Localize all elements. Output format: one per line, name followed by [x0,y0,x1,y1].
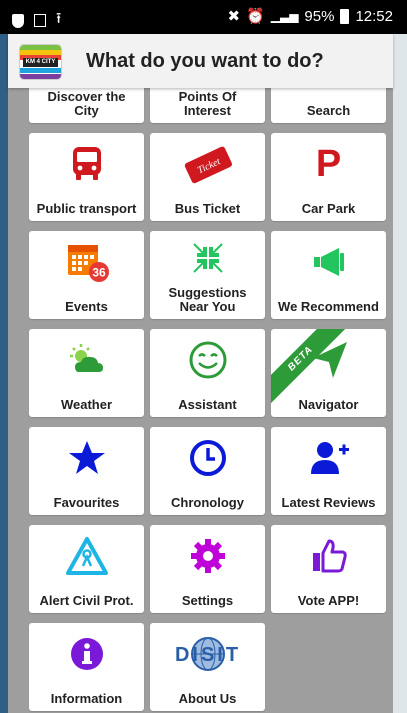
bus-icon [29,143,144,185]
parking-icon: P [271,143,386,185]
tile-we-recommend[interactable]: We Recommend [271,231,386,319]
background-left [0,0,8,713]
info-icon [29,633,144,675]
tile-bus-ticket[interactable]: Ticket Bus Ticket [150,133,265,221]
tile-navigator[interactable]: BETA Navigator [271,329,386,417]
disit-logo-icon: DISIT [150,633,265,675]
tile-label: Chronology [171,495,244,510]
tile-label: Discover the City [47,89,126,118]
mute-icon: ✖ [227,8,241,25]
page-title: What do you want to do? [86,50,324,72]
tile-chronology[interactable]: Chronology [150,427,265,515]
tile-label: Favourites [53,495,120,510]
event-count-badge: 36 [92,266,106,280]
logo-text: KM 4 CITY [23,58,58,67]
tile-public-transport[interactable]: Public transport [29,133,144,221]
tile-label: Bus Ticket [174,201,241,216]
tile-label: Alert Civil Prot. [39,593,134,608]
menu-grid: Discover the City Points Of Interest Sea… [8,88,393,713]
parking-letter: P [315,142,342,185]
clock-time: 12:52 [355,7,393,25]
tile-about-us[interactable]: DISIT About Us [150,623,265,711]
alarm-icon: ⏰ [246,8,265,25]
tile-favourites[interactable]: Favourites [29,427,144,515]
disit-text: DISIT [174,644,240,666]
signal-icon: ▁▃▅ [270,9,299,23]
tile-label: Public transport [36,201,137,216]
tile-discover-city[interactable]: Discover the City [29,88,144,123]
navigation-icon [271,339,386,381]
tile-suggestions-near-you[interactable]: Suggestions Near You [150,231,265,319]
calendar-icon: 36 [29,241,144,283]
tile-assistant[interactable]: Assistant [150,329,265,417]
tile-label: Vote APP! [297,593,360,608]
shield-icon [12,13,24,28]
megaphone-icon [271,241,386,283]
weather-icon [29,339,144,381]
tile-label: Events [65,299,108,314]
tile-label: We Recommend [278,299,379,314]
tile-information[interactable]: Information [29,623,144,711]
gear-icon [150,535,265,577]
tile-settings[interactable]: Settings [150,525,265,613]
battery-percent: 95% [304,7,335,25]
tile-vote-app[interactable]: Vote APP! [271,525,386,613]
smiley-icon [150,339,265,381]
compress-icon [150,237,265,279]
tile-label: Assistant [178,397,237,412]
background-right [393,0,407,713]
status-bar: ⭱ ✖ ⏰ ▁▃▅ 95% 12:52 [0,0,407,34]
tile-points-of-interest[interactable]: Points Of Interest [150,88,265,123]
upload-icon: ⭱ [56,10,62,27]
add-user-icon [271,437,386,479]
battery-icon [340,8,350,24]
thumbs-up-icon [271,535,386,577]
tile-label: Search [306,103,351,118]
tile-label: Weather [60,397,113,412]
tile-label: Information [50,691,123,706]
tile-label: About Us [178,691,237,706]
tile-events[interactable]: 36 Events [29,231,144,319]
tile-label: Suggestions Near You [168,285,247,314]
clock-icon [150,437,265,479]
tile-alert-civil-protection[interactable]: Alert Civil Prot. [29,525,144,613]
tile-search[interactable]: Search [271,88,386,123]
tile-label: Car Park [301,201,356,216]
tile-weather[interactable]: Weather [29,329,144,417]
app-bar: KM 4 CITY What do you want to do? [8,34,393,88]
tile-label: Latest Reviews [281,495,376,510]
tile-latest-reviews[interactable]: Latest Reviews [271,427,386,515]
ticket-icon: Ticket [150,143,265,185]
menu-panel: KM 4 CITY What do you want to do? Discov… [8,34,393,713]
tile-label: Navigator [298,397,359,412]
tile-label: Settings [181,593,234,608]
image-icon [34,14,46,27]
app-logo: KM 4 CITY [19,44,62,80]
tile-label: Points Of Interest [178,89,237,118]
warning-icon [29,535,144,577]
tile-car-park[interactable]: P Car Park [271,133,386,221]
star-icon [29,437,144,479]
